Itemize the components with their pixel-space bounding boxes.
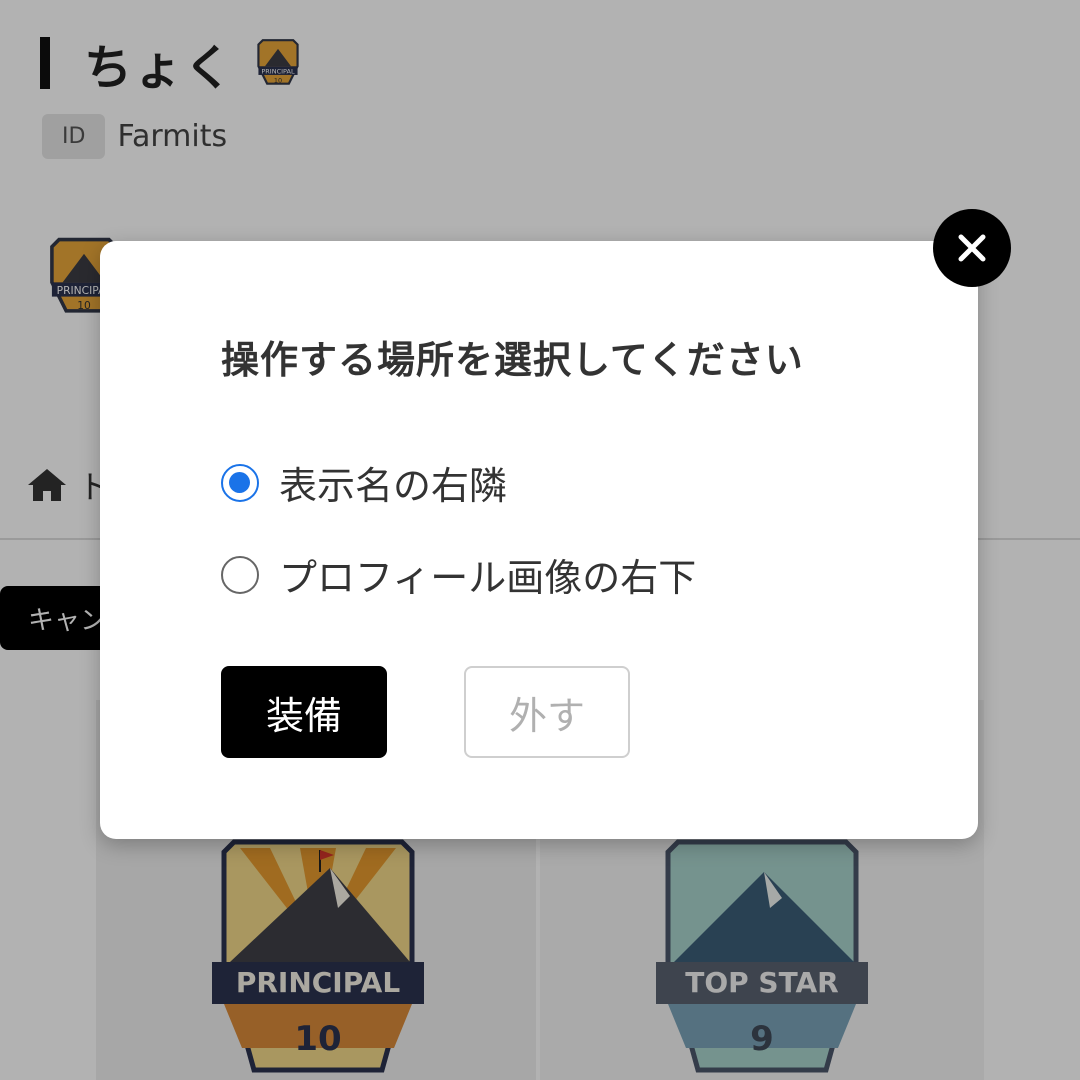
option-profile-image-bottom-right[interactable]: プロフィール画像の右下 xyxy=(221,547,696,602)
dialog-title: 操作する場所を選択してください xyxy=(221,338,804,382)
close-icon xyxy=(958,234,986,262)
option-next-to-display-name[interactable]: 表示名の右隣 xyxy=(221,455,507,510)
radio-next-to-display-name[interactable] xyxy=(221,463,259,502)
placement-dialog: 操作する場所を選択してください 表示名の右隣 プロフィール画像の右下 装備 外す xyxy=(100,241,978,839)
profile-page: ちょく PRINCIPAL 10 ID Farmits PRINCIPAL 10… xyxy=(0,0,1080,1080)
equip-button[interactable]: 装備 xyxy=(221,666,387,758)
option-label: プロフィール画像の右下 xyxy=(279,556,697,600)
radio-profile-image-bottom-right[interactable] xyxy=(221,555,259,594)
option-label: 表示名の右隣 xyxy=(279,464,508,508)
close-dialog-button[interactable] xyxy=(933,209,1011,287)
remove-button: 外す xyxy=(464,666,630,758)
